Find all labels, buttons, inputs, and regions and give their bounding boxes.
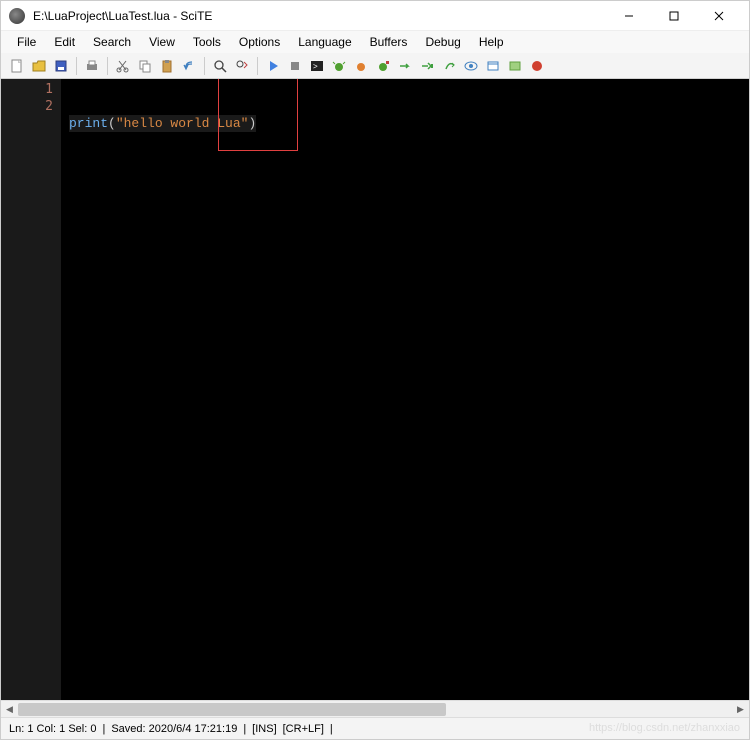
step-out-icon xyxy=(442,59,456,73)
menu-file[interactable]: File xyxy=(9,33,44,51)
toolbar-separator xyxy=(257,57,258,75)
debug-step-icon xyxy=(376,59,390,73)
find-button[interactable] xyxy=(210,56,230,76)
svg-text:>: > xyxy=(313,62,318,71)
stop-button[interactable] xyxy=(285,56,305,76)
clear-icon xyxy=(508,59,522,73)
replace-icon xyxy=(235,59,249,73)
maximize-icon xyxy=(669,11,679,21)
menu-view[interactable]: View xyxy=(141,33,183,51)
scite-window: E:\LuaProject\LuaTest.lua - SciTE File E… xyxy=(0,0,750,740)
scrollbar-thumb[interactable] xyxy=(18,703,446,716)
step-over-icon xyxy=(398,59,412,73)
new-file-button[interactable] xyxy=(7,56,27,76)
window-title: E:\LuaProject\LuaTest.lua - SciTE xyxy=(33,9,606,23)
token-string: "hello world Lua" xyxy=(116,116,249,131)
status-saved: Saved: 2020/6/4 17:21:19 xyxy=(111,723,237,735)
menu-search[interactable]: Search xyxy=(85,33,139,51)
toolbar-separator xyxy=(76,57,77,75)
run-button[interactable] xyxy=(263,56,283,76)
output-button[interactable] xyxy=(483,56,503,76)
undo-icon xyxy=(182,59,196,73)
watch-icon xyxy=(464,59,478,73)
horizontal-scrollbar[interactable]: ◀ ▶ xyxy=(1,700,749,717)
undo-button[interactable] xyxy=(179,56,199,76)
status-position: Ln: 1 Col: 1 Sel: 0 xyxy=(9,723,96,735)
status-left: Ln: 1 Col: 1 Sel: 0 | Saved: 2020/6/4 17… xyxy=(9,723,333,735)
toolbar: > xyxy=(1,53,749,79)
console-icon: > xyxy=(310,59,324,73)
copy-button[interactable] xyxy=(135,56,155,76)
menubar: File Edit Search View Tools Options Lang… xyxy=(1,31,749,53)
watch-button[interactable] xyxy=(461,56,481,76)
save-icon xyxy=(54,59,68,73)
status-eol: [CR+LF] xyxy=(283,723,324,735)
find-icon xyxy=(213,59,227,73)
replace-button[interactable] xyxy=(232,56,252,76)
menu-tools[interactable]: Tools xyxy=(185,33,229,51)
step-out-button[interactable] xyxy=(439,56,459,76)
debug-break-button[interactable] xyxy=(351,56,371,76)
status-separator: | xyxy=(330,723,333,735)
print-button[interactable] xyxy=(82,56,102,76)
minimize-icon xyxy=(624,11,634,21)
clear-button[interactable] xyxy=(505,56,525,76)
titlebar: E:\LuaProject\LuaTest.lua - SciTE xyxy=(1,1,749,31)
line-number: 2 xyxy=(1,98,53,115)
statusbar: Ln: 1 Col: 1 Sel: 0 | Saved: 2020/6/4 17… xyxy=(1,717,749,739)
new-file-icon xyxy=(10,59,24,73)
menu-edit[interactable]: Edit xyxy=(46,33,83,51)
editor[interactable]: 1 2 print("hello world Lua") xyxy=(1,79,749,700)
close-button[interactable] xyxy=(696,2,741,30)
console-button[interactable]: > xyxy=(307,56,327,76)
token-paren: ( xyxy=(108,116,116,131)
run-icon xyxy=(266,59,280,73)
paste-icon xyxy=(160,59,174,73)
line-number-gutter: 1 2 xyxy=(1,79,61,700)
scroll-right-button[interactable]: ▶ xyxy=(732,701,749,718)
menu-help[interactable]: Help xyxy=(471,33,512,51)
minimize-button[interactable] xyxy=(606,2,651,30)
debug-start-button[interactable] xyxy=(329,56,349,76)
stop-icon xyxy=(288,59,302,73)
scroll-left-button[interactable]: ◀ xyxy=(1,701,18,718)
step-into-icon xyxy=(420,59,434,73)
code-content[interactable]: print("hello world Lua") xyxy=(69,81,256,166)
debug-step-button[interactable] xyxy=(373,56,393,76)
token-paren: ) xyxy=(248,116,256,131)
status-insert-mode: [INS] xyxy=(252,723,276,735)
open-file-icon xyxy=(32,59,46,73)
status-separator: | xyxy=(102,723,105,735)
debug-start-icon xyxy=(332,59,346,73)
menu-options[interactable]: Options xyxy=(231,33,288,51)
close-icon xyxy=(714,11,724,21)
print-icon xyxy=(85,59,99,73)
app-icon xyxy=(9,8,25,24)
line-number: 1 xyxy=(1,81,53,98)
paste-button[interactable] xyxy=(157,56,177,76)
menu-language[interactable]: Language xyxy=(290,33,359,51)
record-icon xyxy=(530,59,544,73)
cut-icon xyxy=(116,59,130,73)
token-function: print xyxy=(69,116,108,131)
debug-break-icon xyxy=(354,59,368,73)
step-into-button[interactable] xyxy=(417,56,437,76)
record-button[interactable] xyxy=(527,56,547,76)
cut-button[interactable] xyxy=(113,56,133,76)
toolbar-separator xyxy=(204,57,205,75)
status-separator: | xyxy=(243,723,246,735)
menu-buffers[interactable]: Buffers xyxy=(362,33,416,51)
open-file-button[interactable] xyxy=(29,56,49,76)
save-button[interactable] xyxy=(51,56,71,76)
copy-icon xyxy=(138,59,152,73)
step-over-button[interactable] xyxy=(395,56,415,76)
scrollbar-track[interactable] xyxy=(18,701,732,718)
code-line[interactable]: print("hello world Lua") xyxy=(69,115,256,132)
maximize-button[interactable] xyxy=(651,2,696,30)
menu-debug[interactable]: Debug xyxy=(417,33,468,51)
window-controls xyxy=(606,2,741,30)
toolbar-separator xyxy=(107,57,108,75)
output-icon xyxy=(486,59,500,73)
